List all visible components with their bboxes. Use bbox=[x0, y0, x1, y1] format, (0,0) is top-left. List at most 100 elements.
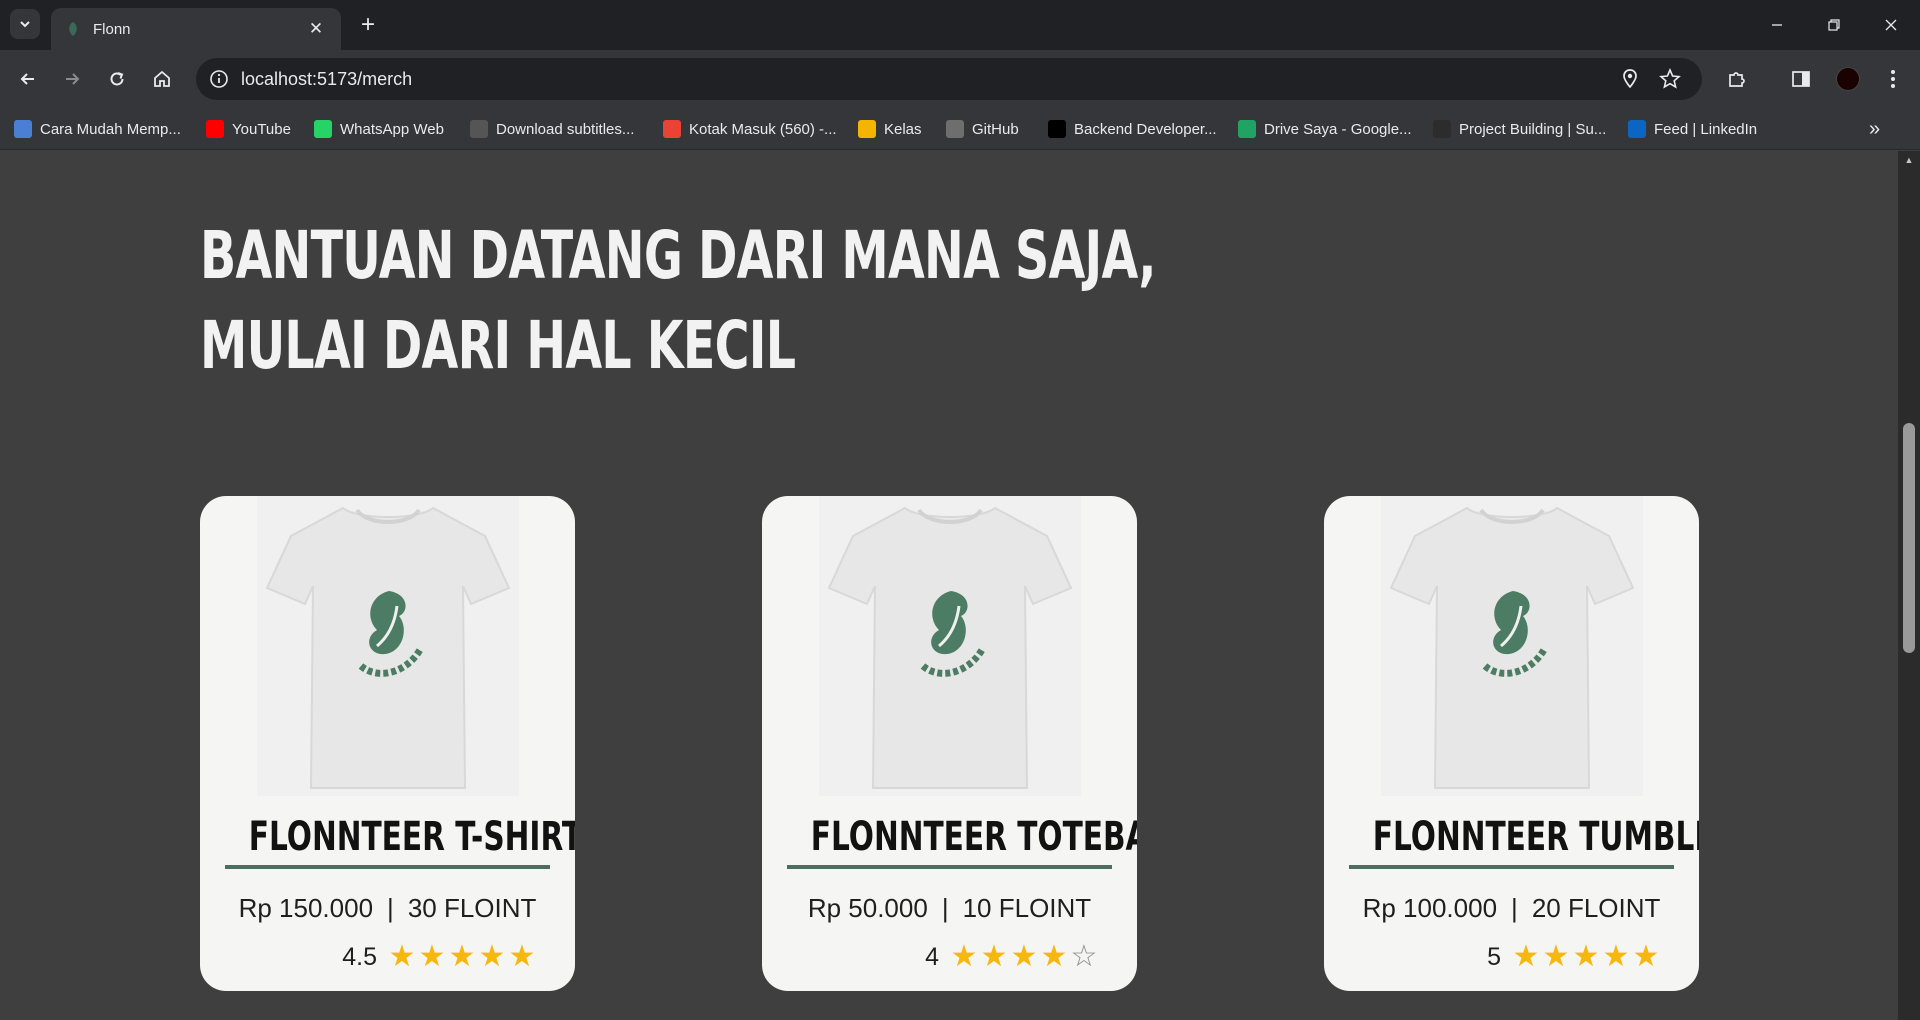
product-divider bbox=[225, 865, 550, 869]
bookmark-label: Feed | LinkedIn bbox=[1654, 120, 1758, 138]
roadmap-icon bbox=[1048, 120, 1066, 138]
product-image bbox=[1381, 496, 1643, 796]
rating-stars: ★ ★ ★ ★ ★ bbox=[1511, 942, 1661, 972]
page-scrollbar[interactable]: ▲ bbox=[1898, 151, 1920, 1020]
chevron-down-icon bbox=[20, 21, 30, 28]
star-filled-icon: ★ bbox=[950, 940, 978, 973]
bookmark-item[interactable]: YouTube bbox=[206, 117, 291, 141]
youtube-icon bbox=[206, 120, 224, 138]
bookmark-label: WhatsApp Web bbox=[340, 120, 444, 138]
bookmark-label: Backend Developer... bbox=[1074, 120, 1217, 138]
page-headline: BANTUAN DATANG DARI MANA SAJA, MULAI DAR… bbox=[200, 211, 1156, 391]
bookmark-star-icon[interactable] bbox=[1659, 68, 1681, 90]
drive-icon bbox=[1238, 120, 1256, 138]
restore-button[interactable] bbox=[1814, 12, 1854, 38]
leaf-favicon-icon bbox=[69, 22, 77, 36]
side-panel-button[interactable] bbox=[1786, 64, 1816, 94]
page-viewport: BANTUAN DATANG DARI MANA SAJA, MULAI DAR… bbox=[0, 151, 1898, 1020]
product-points: 20 FLOINT bbox=[1531, 893, 1661, 923]
bookmark-label: Kotak Masuk (560) -... bbox=[689, 120, 837, 138]
bookmark-label: Drive Saya - Google... bbox=[1264, 120, 1412, 138]
star-filled-icon: ★ bbox=[1632, 940, 1660, 973]
location-pin-icon[interactable] bbox=[1619, 68, 1641, 90]
browser-tab[interactable]: Flonn ✕ bbox=[51, 8, 341, 50]
chevron-double-right-icon: » bbox=[1869, 117, 1881, 140]
price-separator: | bbox=[941, 893, 949, 923]
bookmarks-bar: » Cara Mudah Memp... YouTube WhatsApp Web D… bbox=[0, 108, 1920, 150]
site-info-icon[interactable] bbox=[208, 68, 230, 90]
star-filled-icon: ★ bbox=[1572, 940, 1600, 973]
close-window-button[interactable] bbox=[1871, 12, 1911, 38]
product-price-line: Rp 50.000 | 10 FLOINT bbox=[762, 893, 1137, 924]
address-bar[interactable]: localhost:5173/merch bbox=[196, 58, 1702, 100]
forward-button[interactable] bbox=[57, 64, 87, 94]
bookmark-label: Download subtitles... bbox=[496, 120, 635, 138]
home-button[interactable] bbox=[147, 64, 177, 94]
url-text: localhost:5173/merch bbox=[241, 69, 413, 89]
star-filled-icon: ★ bbox=[478, 940, 506, 973]
product-image bbox=[819, 496, 1081, 796]
scroll-up-icon[interactable]: ▲ bbox=[1903, 155, 1915, 165]
file-icon bbox=[470, 120, 488, 138]
rating-value: 4.5 bbox=[342, 942, 377, 971]
extensions-button[interactable] bbox=[1722, 64, 1752, 94]
product-card[interactable]: FLONNTEER TOTEBAG Rp 50.000 | 10 FLOINT 4 ★ ★ ★… bbox=[762, 496, 1137, 991]
bookmark-item[interactable]: Backend Developer... bbox=[1048, 117, 1217, 141]
minimize-button[interactable] bbox=[1757, 12, 1797, 38]
product-price: Rp 150.000 bbox=[238, 893, 374, 923]
bookmark-item[interactable]: Feed | LinkedIn bbox=[1628, 117, 1757, 141]
rating-value: 5 bbox=[1487, 942, 1501, 971]
bookmark-label: Cara Mudah Memp... bbox=[40, 120, 181, 138]
bookmark-item[interactable]: WhatsApp Web bbox=[314, 117, 444, 141]
profile-button[interactable] bbox=[1833, 64, 1863, 94]
star-filled-icon: ★ bbox=[1040, 940, 1068, 973]
product-rating: 5 ★ ★ ★ ★ ★ bbox=[1487, 942, 1661, 972]
reload-icon bbox=[110, 72, 124, 86]
star-filled-icon: ★ bbox=[1010, 940, 1038, 973]
product-points: 30 FLOINT bbox=[407, 893, 537, 923]
bookmark-item[interactable]: Kelas bbox=[858, 117, 922, 141]
product-rating: 4.5 ★ ★ ★ ★ ★ bbox=[342, 942, 537, 972]
more-bookmarks-button[interactable]: » bbox=[1869, 117, 1880, 141]
restore-icon bbox=[1828, 19, 1840, 31]
headline-line-2: MULAI DARI HAL KECIL bbox=[200, 307, 796, 384]
bookmark-item[interactable]: GitHub bbox=[946, 117, 1019, 141]
star-filled-icon: ★ bbox=[448, 940, 476, 973]
bookmark-label: GitHub bbox=[972, 120, 1019, 138]
product-price: Rp 50.000 bbox=[807, 893, 928, 923]
product-card[interactable]: FLONNTEER TUMBLERRp 100.000|20 FLOINT5★★… bbox=[1324, 496, 1699, 991]
bookmark-label: Project Building | Su... bbox=[1459, 120, 1607, 138]
star-filled-icon: ★ bbox=[1602, 940, 1630, 973]
rating-stars: ★ ★ ★ ★ ☆ bbox=[949, 942, 1099, 972]
star-filled-icon: ★ bbox=[418, 940, 446, 973]
product-card[interactable]: FLONNTEER T-SHIRT Rp 150.000 | 30 FLOINT 4.5… bbox=[200, 496, 575, 991]
tab-search-button[interactable] bbox=[10, 9, 40, 39]
linkedin-icon bbox=[1628, 120, 1646, 138]
bookmark-item[interactable]: Drive Saya - Google... bbox=[1238, 117, 1412, 141]
close-icon bbox=[1885, 19, 1897, 31]
project-icon bbox=[1433, 120, 1451, 138]
scroll-thumb[interactable] bbox=[1903, 423, 1915, 653]
puzzle-icon bbox=[1729, 72, 1745, 87]
bookmark-item[interactable]: Project Building | Su... bbox=[1433, 117, 1606, 141]
product-price-line: Rp 150.000 | 30 FLOINT bbox=[200, 893, 575, 924]
minimize-icon bbox=[1772, 24, 1782, 26]
whatsapp-icon bbox=[314, 120, 332, 138]
close-tab-icon[interactable]: ✕ bbox=[305, 19, 327, 39]
menu-button[interactable] bbox=[1878, 64, 1908, 94]
bookmark-item[interactable]: Download subtitles... bbox=[470, 117, 634, 141]
bookmark-item[interactable]: Cara Mudah Memp... bbox=[14, 117, 181, 141]
back-button[interactable] bbox=[13, 64, 43, 94]
tab-strip: Flonn ✕ + bbox=[0, 0, 1920, 50]
product-divider bbox=[1349, 865, 1674, 869]
product-name: FLONNTEER TOTEBAG bbox=[810, 814, 1137, 860]
bookmark-item[interactable]: Kotak Masuk (560) -... bbox=[663, 117, 837, 141]
star-filled-icon: ★ bbox=[1512, 940, 1540, 973]
tab-title: Flonn bbox=[93, 20, 131, 38]
browser-toolbar: localhost:5173/merch bbox=[0, 50, 1920, 108]
gmail-icon bbox=[663, 120, 681, 138]
home-icon bbox=[154, 70, 170, 87]
new-tab-button[interactable]: + bbox=[354, 12, 382, 40]
reload-button[interactable] bbox=[102, 64, 132, 94]
more-vertical-icon bbox=[1891, 70, 1895, 88]
